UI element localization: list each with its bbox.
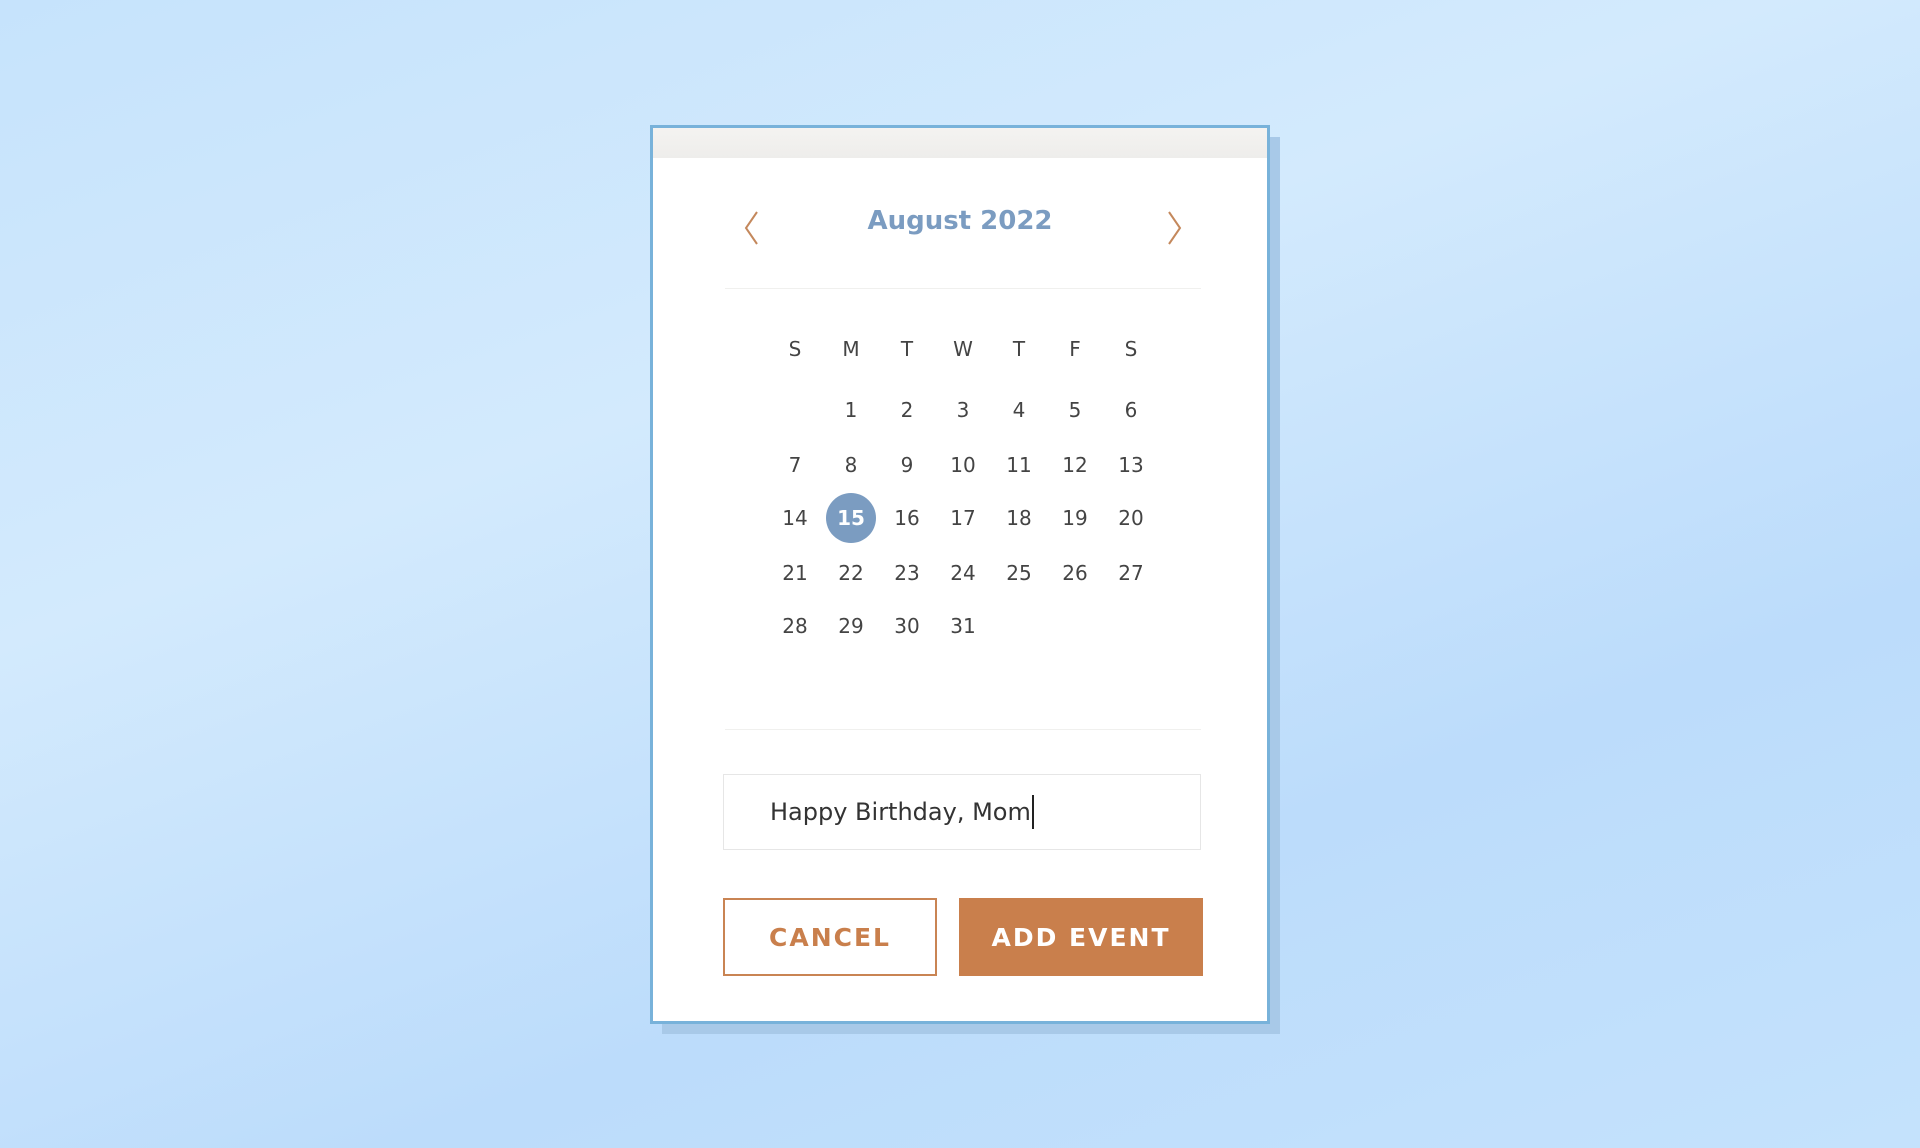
weekday-header: M bbox=[842, 337, 860, 361]
calendar-day[interactable]: 4 bbox=[994, 385, 1044, 435]
calendar-day[interactable]: 22 bbox=[826, 548, 876, 598]
add-event-dialog: August 2022 S M T W T F S 1 2 3 4 5 6 7 8 9 10 11 12 13 14 15… bbox=[650, 125, 1270, 1024]
divider bbox=[725, 288, 1201, 289]
weekday-header: W bbox=[953, 337, 973, 361]
calendar-day[interactable]: 30 bbox=[882, 601, 932, 651]
calendar-day[interactable]: 8 bbox=[826, 440, 876, 490]
weekday-header: T bbox=[1012, 337, 1026, 361]
calendar-day[interactable]: 7 bbox=[770, 440, 820, 490]
event-title-value: Happy Birthday, Mom bbox=[770, 798, 1031, 826]
calendar-day[interactable]: 1 bbox=[826, 385, 876, 435]
calendar-day[interactable]: 14 bbox=[770, 493, 820, 543]
selected-day[interactable]: 15 bbox=[826, 493, 876, 543]
calendar-day[interactable]: 10 bbox=[938, 440, 988, 490]
weekday-header: F bbox=[1069, 337, 1081, 361]
calendar-day[interactable]: 5 bbox=[1050, 385, 1100, 435]
calendar-day[interactable]: 24 bbox=[938, 548, 988, 598]
calendar-day[interactable]: 16 bbox=[882, 493, 932, 543]
calendar-day[interactable]: 9 bbox=[882, 440, 932, 490]
calendar-day[interactable]: 26 bbox=[1050, 548, 1100, 598]
calendar-day[interactable]: 31 bbox=[938, 601, 988, 651]
calendar-day[interactable]: 29 bbox=[826, 601, 876, 651]
weekday-header: S bbox=[788, 337, 802, 361]
calendar-day[interactable]: 6 bbox=[1106, 385, 1156, 435]
event-title-input[interactable]: Happy Birthday, Mom bbox=[723, 774, 1201, 850]
calendar-day[interactable]: 2 bbox=[882, 385, 932, 435]
calendar-day[interactable]: 13 bbox=[1106, 440, 1156, 490]
calendar-day[interactable]: 3 bbox=[938, 385, 988, 435]
calendar-day[interactable]: 12 bbox=[1050, 440, 1100, 490]
calendar-day[interactable]: 25 bbox=[994, 548, 1044, 598]
weekday-header: S bbox=[1124, 337, 1138, 361]
calendar-day[interactable]: 21 bbox=[770, 548, 820, 598]
text-caret bbox=[1031, 795, 1034, 829]
dialog-header-strip bbox=[653, 128, 1267, 158]
calendar-day[interactable]: 20 bbox=[1106, 493, 1156, 543]
calendar-day[interactable]: 18 bbox=[994, 493, 1044, 543]
add-event-button[interactable]: ADD EVENT bbox=[959, 898, 1203, 976]
chevron-right-icon[interactable] bbox=[1159, 208, 1189, 248]
calendar-day[interactable]: 28 bbox=[770, 601, 820, 651]
calendar-day[interactable]: 23 bbox=[882, 548, 932, 598]
calendar-day[interactable]: 11 bbox=[994, 440, 1044, 490]
weekday-header: T bbox=[900, 337, 914, 361]
divider bbox=[725, 729, 1201, 730]
calendar-day[interactable]: 19 bbox=[1050, 493, 1100, 543]
calendar-day[interactable]: 27 bbox=[1106, 548, 1156, 598]
cancel-button[interactable]: CANCEL bbox=[723, 898, 937, 976]
calendar-day[interactable]: 17 bbox=[938, 493, 988, 543]
